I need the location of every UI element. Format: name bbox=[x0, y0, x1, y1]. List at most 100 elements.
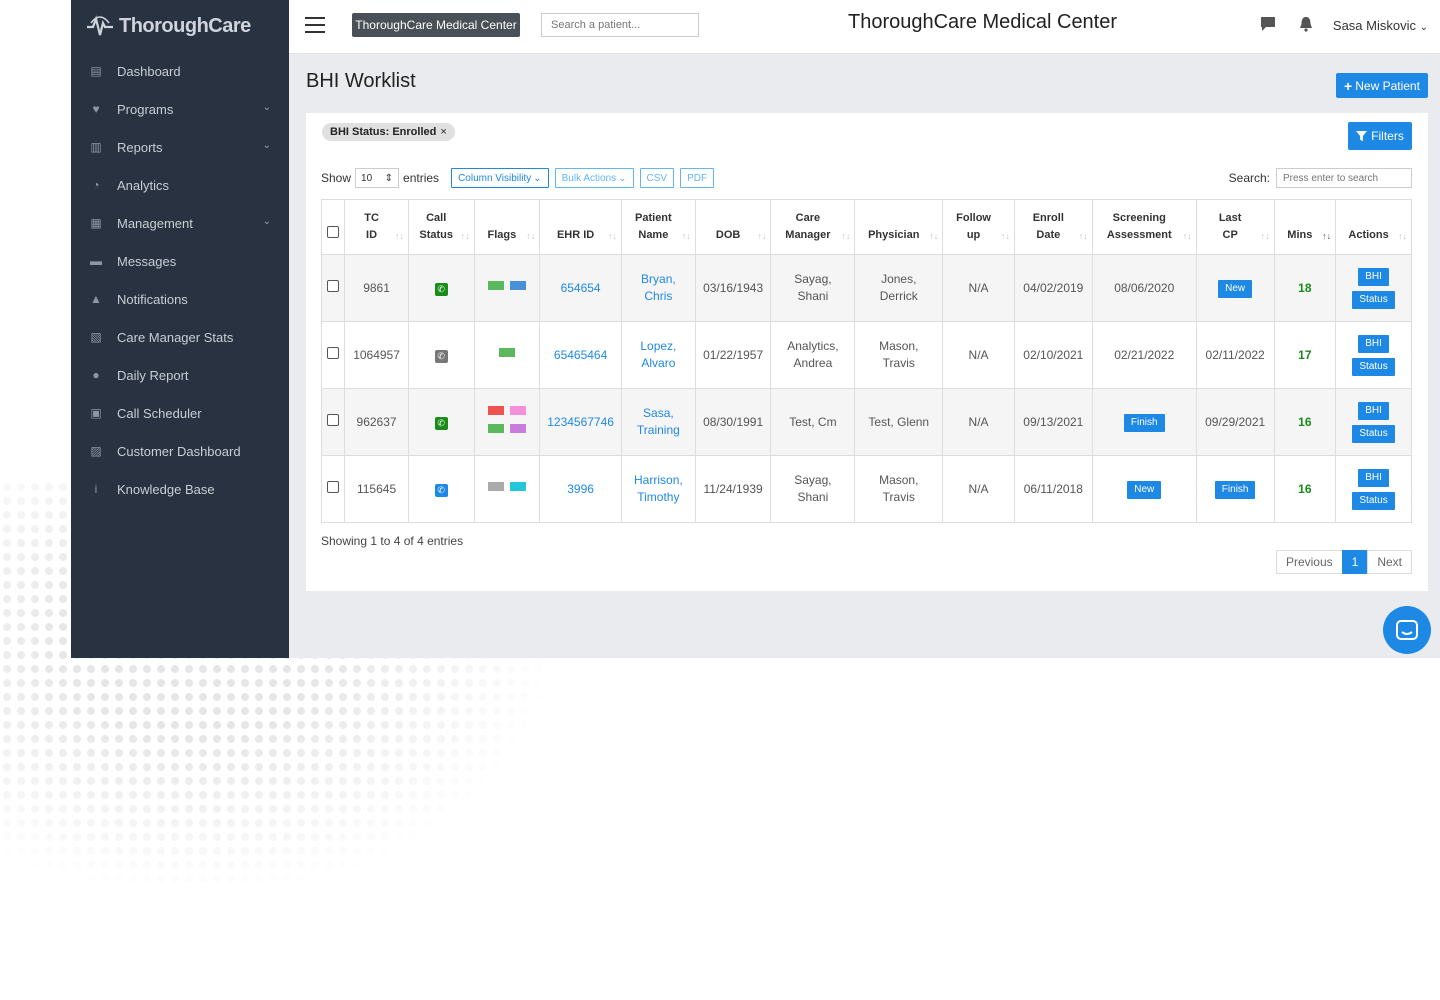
status-button[interactable]: Status bbox=[1352, 291, 1394, 309]
bhi-button[interactable]: BHI bbox=[1358, 402, 1389, 420]
patient-name-cell[interactable]: Harrison,Timothy bbox=[622, 456, 696, 523]
header-follow-up[interactable]: Followup↑↓ bbox=[943, 200, 1015, 255]
header-tc-id[interactable]: TCID↑↓ bbox=[345, 200, 409, 255]
column-visibility-button[interactable]: Column Visibility⌄ bbox=[451, 168, 549, 188]
sort-icon: ↑↓ bbox=[1322, 228, 1331, 245]
header-enroll-date[interactable]: EnrollDate↑↓ bbox=[1014, 200, 1092, 255]
ehr-id-cell[interactable]: 3996 bbox=[540, 456, 622, 523]
chat-launcher-button[interactable] bbox=[1383, 606, 1431, 654]
row-checkbox[interactable] bbox=[327, 414, 339, 426]
call-status-cell: ✆ bbox=[408, 456, 474, 523]
header-actions[interactable]: Actions↑↓ bbox=[1336, 200, 1412, 255]
sidebar-item-reports[interactable]: ▥Reports⌄ bbox=[71, 128, 289, 166]
header-patient-name[interactable]: PatientName↑↓ bbox=[622, 200, 696, 255]
sidebar-item-messages[interactable]: ▬Messages bbox=[71, 242, 289, 280]
sidebar-item-management[interactable]: ▦Management⌄ bbox=[71, 204, 289, 242]
header-physician[interactable]: Physician↑↓ bbox=[855, 200, 943, 255]
user-menu[interactable]: Sasa Miskovic ⌄ bbox=[1333, 18, 1428, 33]
cell-text: Analytics, bbox=[787, 339, 838, 353]
sidebar-item-analytics[interactable]: ◔Analytics bbox=[71, 166, 289, 204]
header-mins[interactable]: Mins↑↓ bbox=[1274, 200, 1336, 255]
screening-tag[interactable]: Finish bbox=[1124, 414, 1165, 432]
status-button[interactable]: Status bbox=[1352, 425, 1394, 443]
bhi-button[interactable]: BHI bbox=[1358, 469, 1389, 487]
bell-icon[interactable] bbox=[1298, 16, 1314, 32]
last_cp-tag[interactable]: Finish bbox=[1215, 481, 1256, 499]
ehr-id-cell[interactable]: 654654 bbox=[540, 255, 622, 322]
physician-cell: Mason,Travis bbox=[855, 322, 943, 389]
header-care-manager[interactable]: CareManager↑↓ bbox=[771, 200, 855, 255]
screening-cell: 08/06/2020 bbox=[1092, 255, 1196, 322]
hamburger-menu-icon[interactable] bbox=[305, 17, 325, 33]
table-row[interactable]: 9861 ✆ 654654 Bryan,Chris 03/16/1943 Say… bbox=[322, 255, 1412, 322]
current-page-button[interactable]: 1 bbox=[1342, 550, 1369, 574]
ehr-id-link[interactable]: 3996 bbox=[567, 482, 594, 496]
sidebar-item-knowledge-base[interactable]: iKnowledge Base bbox=[71, 470, 289, 508]
patient-name-link[interactable]: Bryan,Chris bbox=[641, 272, 676, 303]
organization-button[interactable]: ThoroughCare Medical Center bbox=[352, 13, 520, 37]
sidebar-item-programs[interactable]: ♥Programs⌄ bbox=[71, 90, 289, 128]
patient-search-input[interactable] bbox=[541, 13, 699, 37]
cell-text: Derrick bbox=[880, 289, 918, 303]
status-button[interactable]: Status bbox=[1352, 358, 1394, 376]
patient-name-cell[interactable]: Sasa,Training bbox=[622, 389, 696, 456]
phone-icon[interactable]: ✆ bbox=[435, 417, 448, 430]
header-screening-assessment[interactable]: ScreeningAssessment↑↓ bbox=[1092, 200, 1196, 255]
row-checkbox[interactable] bbox=[327, 347, 339, 359]
select-all-header bbox=[322, 200, 345, 255]
bhi-button[interactable]: BHI bbox=[1358, 335, 1389, 353]
patient-name-link[interactable]: Harrison,Timothy bbox=[634, 473, 683, 504]
physician-cell: Jones,Derrick bbox=[855, 255, 943, 322]
ehr-id-link[interactable]: 65465464 bbox=[554, 348, 607, 362]
entries-select[interactable]: 10⇕ bbox=[355, 168, 399, 188]
previous-page-button[interactable]: Previous bbox=[1276, 550, 1343, 574]
sidebar-item-notifications[interactable]: ▲Notifications bbox=[71, 280, 289, 318]
sidebar-item-care-manager-stats[interactable]: ▧Care Manager Stats bbox=[71, 318, 289, 356]
chat-icon[interactable] bbox=[1260, 16, 1276, 32]
sidebar-item-customer-dashboard[interactable]: ▨Customer Dashboard bbox=[71, 432, 289, 470]
header-call-status[interactable]: CallStatus↑↓ bbox=[408, 200, 474, 255]
pdf-button[interactable]: PDF bbox=[680, 168, 714, 188]
logo[interactable]: ThoroughCare bbox=[71, 0, 289, 52]
bulk-actions-button[interactable]: Bulk Actions⌄ bbox=[555, 168, 634, 188]
row-checkbox[interactable] bbox=[327, 481, 339, 493]
last_cp-tag[interactable]: New bbox=[1218, 280, 1252, 298]
table-search-input[interactable] bbox=[1276, 168, 1412, 188]
csv-button[interactable]: CSV bbox=[640, 168, 675, 188]
flag-marker bbox=[510, 424, 526, 433]
next-page-button[interactable]: Next bbox=[1367, 550, 1412, 574]
sidebar-item-call-scheduler[interactable]: ▣Call Scheduler bbox=[71, 394, 289, 432]
patient-name-link[interactable]: Sasa,Training bbox=[637, 406, 680, 437]
phone-icon[interactable]: ✆ bbox=[435, 283, 448, 296]
ehr-id-cell[interactable]: 65465464 bbox=[540, 322, 622, 389]
sort-icon: ↑↓ bbox=[1001, 228, 1010, 245]
row-checkbox[interactable] bbox=[327, 280, 339, 292]
bhi-button[interactable]: BHI bbox=[1358, 268, 1389, 286]
table-row[interactable]: 962637 ✆ 1234567746 Sasa,Training 08/30/… bbox=[322, 389, 1412, 456]
patient-name-link[interactable]: Lopez,Alvaro bbox=[640, 339, 676, 370]
sidebar-item-daily-report[interactable]: ●Daily Report bbox=[71, 356, 289, 394]
header-ehr-id[interactable]: EHR ID↑↓ bbox=[540, 200, 622, 255]
filter-chip[interactable]: BHI Status: Enrolled× bbox=[322, 123, 455, 141]
header-flags[interactable]: Flags↑↓ bbox=[474, 200, 540, 255]
patient-name-cell[interactable]: Bryan,Chris bbox=[622, 255, 696, 322]
header-label: CP bbox=[1223, 229, 1238, 241]
sidebar-item-dashboard[interactable]: ▤Dashboard bbox=[71, 52, 289, 90]
header-dob[interactable]: DOB↑↓ bbox=[695, 200, 771, 255]
ehr-id-cell[interactable]: 1234567746 bbox=[540, 389, 622, 456]
table-row[interactable]: 115645 ✆ 3996 Harrison,Timothy 11/24/193… bbox=[322, 456, 1412, 523]
screening-tag[interactable]: New bbox=[1127, 481, 1161, 499]
filters-button[interactable]: Filters bbox=[1348, 122, 1412, 150]
table-row[interactable]: 1064957 ✆ 65465464 Lopez,Alvaro 01/22/19… bbox=[322, 322, 1412, 389]
new-patient-button[interactable]: +New Patient bbox=[1336, 73, 1428, 98]
status-button[interactable]: Status bbox=[1352, 492, 1394, 510]
ehr-id-link[interactable]: 1234567746 bbox=[547, 415, 614, 429]
select-all-checkbox[interactable] bbox=[327, 226, 339, 238]
patient-name-cell[interactable]: Lopez,Alvaro bbox=[622, 322, 696, 389]
ehr-id-link[interactable]: 654654 bbox=[561, 281, 601, 295]
phone-icon[interactable]: ✆ bbox=[435, 484, 448, 497]
header-last-cp[interactable]: LastCP↑↓ bbox=[1196, 200, 1274, 255]
filters-label: Filters bbox=[1371, 129, 1404, 143]
phone-icon[interactable]: ✆ bbox=[435, 350, 448, 363]
close-icon[interactable]: × bbox=[440, 126, 446, 138]
